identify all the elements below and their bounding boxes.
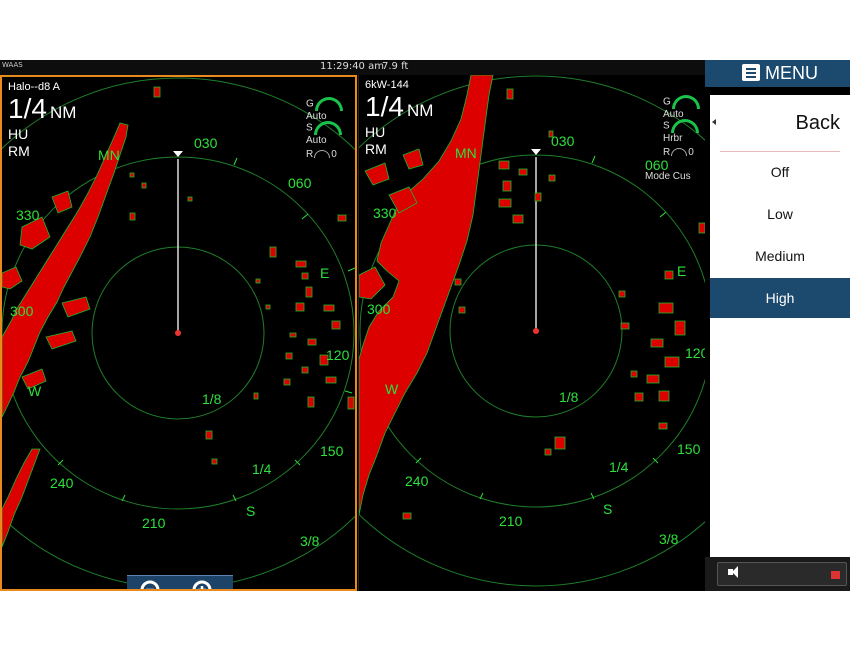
radar-screen: WAAS 11:29:40 am 7.9 ft Halo--d8 A 1/4 N… [0, 60, 850, 591]
range-value: 1/4 [365, 91, 404, 122]
menu-option-high[interactable]: High [710, 278, 850, 318]
radar-pane-right[interactable]: 6kW-144 1/4 NM HU RM GAuto SHrbr R0 Mode … [358, 75, 705, 591]
rain-dial-icon [671, 148, 688, 157]
zoom-out-icon[interactable] [139, 579, 167, 591]
range-ring-label: 3/8 [659, 531, 679, 547]
sea-dial-icon [313, 121, 342, 135]
sea-dial-icon [670, 119, 699, 133]
menu-option-low[interactable]: Low [710, 194, 850, 234]
range-readout: 1/4 NM [8, 95, 76, 127]
bearing-label: 120 [326, 347, 350, 363]
range-unit: NM [406, 101, 434, 120]
bearing-label: 060 [645, 157, 669, 173]
radar-display-left [2, 77, 355, 589]
status-bar: WAAS 11:29:40 am 7.9 ft [0, 60, 705, 75]
bearing-label: E [320, 265, 330, 281]
rain-dial-icon [314, 150, 331, 159]
rain-clutter-control[interactable]: R0 [306, 149, 337, 160]
range-value: 1/4 [8, 93, 47, 124]
sea-clutter-control[interactable]: SAuto [306, 121, 355, 146]
bearing-label: 210 [142, 515, 166, 531]
range-unit: NM [49, 103, 77, 122]
gain-dial-icon [314, 97, 343, 111]
system-controls[interactable] [717, 562, 847, 586]
orientation-label: HU [8, 126, 29, 142]
gain-control[interactable]: GAuto [306, 97, 355, 122]
bearing-label: 210 [499, 513, 523, 529]
speaker-cone [732, 566, 738, 578]
back-arrow-icon[interactable] [712, 119, 716, 125]
bearing-label: 330 [373, 205, 397, 221]
bearing-label: 060 [288, 175, 312, 191]
zoom-in-icon[interactable] [191, 579, 219, 591]
radar-source-label: 6kW-144 [365, 79, 409, 91]
range-ring-label: 3/8 [300, 533, 320, 549]
menu-option-off[interactable]: Off [710, 152, 850, 192]
bearing-label: 150 [677, 441, 701, 457]
bearing-label: 240 [50, 475, 74, 491]
bearing-label: 150 [320, 443, 344, 459]
gain-control[interactable]: GAuto [663, 95, 705, 120]
bearing-label: S [246, 503, 256, 519]
motion-label: RM [8, 143, 30, 159]
bearing-label: 240 [405, 473, 429, 489]
bearing-label: 300 [10, 303, 34, 319]
bottom-status-bar [705, 557, 850, 591]
radar-source-label: Halo--d8 A [8, 81, 60, 93]
magnetic-north-label: MN [455, 145, 477, 161]
gain-dial-icon [671, 95, 700, 109]
menu-button[interactable]: MENU [705, 60, 850, 87]
signal-icon [831, 571, 840, 579]
radar-display-right [359, 75, 705, 587]
bearing-label: 120 [685, 345, 705, 361]
bearing-label: E [677, 263, 687, 279]
range-readout: 1/4 NM [365, 93, 433, 125]
menu-panel: Back Off Low Medium High [710, 95, 850, 557]
bearing-label: W [385, 381, 399, 397]
menu-title: MENU [765, 63, 818, 83]
bearing-label: 030 [551, 133, 575, 149]
clock: 11:29:40 am [320, 61, 384, 72]
zoom-toolbar [127, 575, 233, 591]
bearing-label: 300 [367, 301, 391, 317]
bearing-label: S [603, 501, 613, 517]
bearing-label: W [28, 383, 42, 399]
menu-icon [742, 64, 760, 81]
gps-status-icon: WAAS [2, 61, 23, 69]
bearing-label: 030 [194, 135, 218, 151]
magnetic-north-label: MN [98, 147, 120, 163]
range-ring-label: 1/8 [559, 389, 579, 405]
depth-readout: 7.9 ft [382, 61, 409, 72]
radar-pane-left[interactable]: Halo--d8 A 1/4 NM HU RM GAuto SAuto R0 03… [0, 75, 357, 591]
motion-label: RM [365, 141, 387, 157]
sea-clutter-control[interactable]: SHrbr [663, 119, 705, 144]
range-ring-label: 1/8 [202, 391, 222, 407]
range-ring-label: 1/4 [609, 459, 629, 475]
bearing-label: 330 [16, 207, 40, 223]
back-button[interactable]: Back [796, 112, 840, 135]
range-ring-label: 1/4 [252, 461, 272, 477]
menu-option-medium[interactable]: Medium [710, 236, 850, 276]
orientation-label: HU [365, 124, 386, 140]
